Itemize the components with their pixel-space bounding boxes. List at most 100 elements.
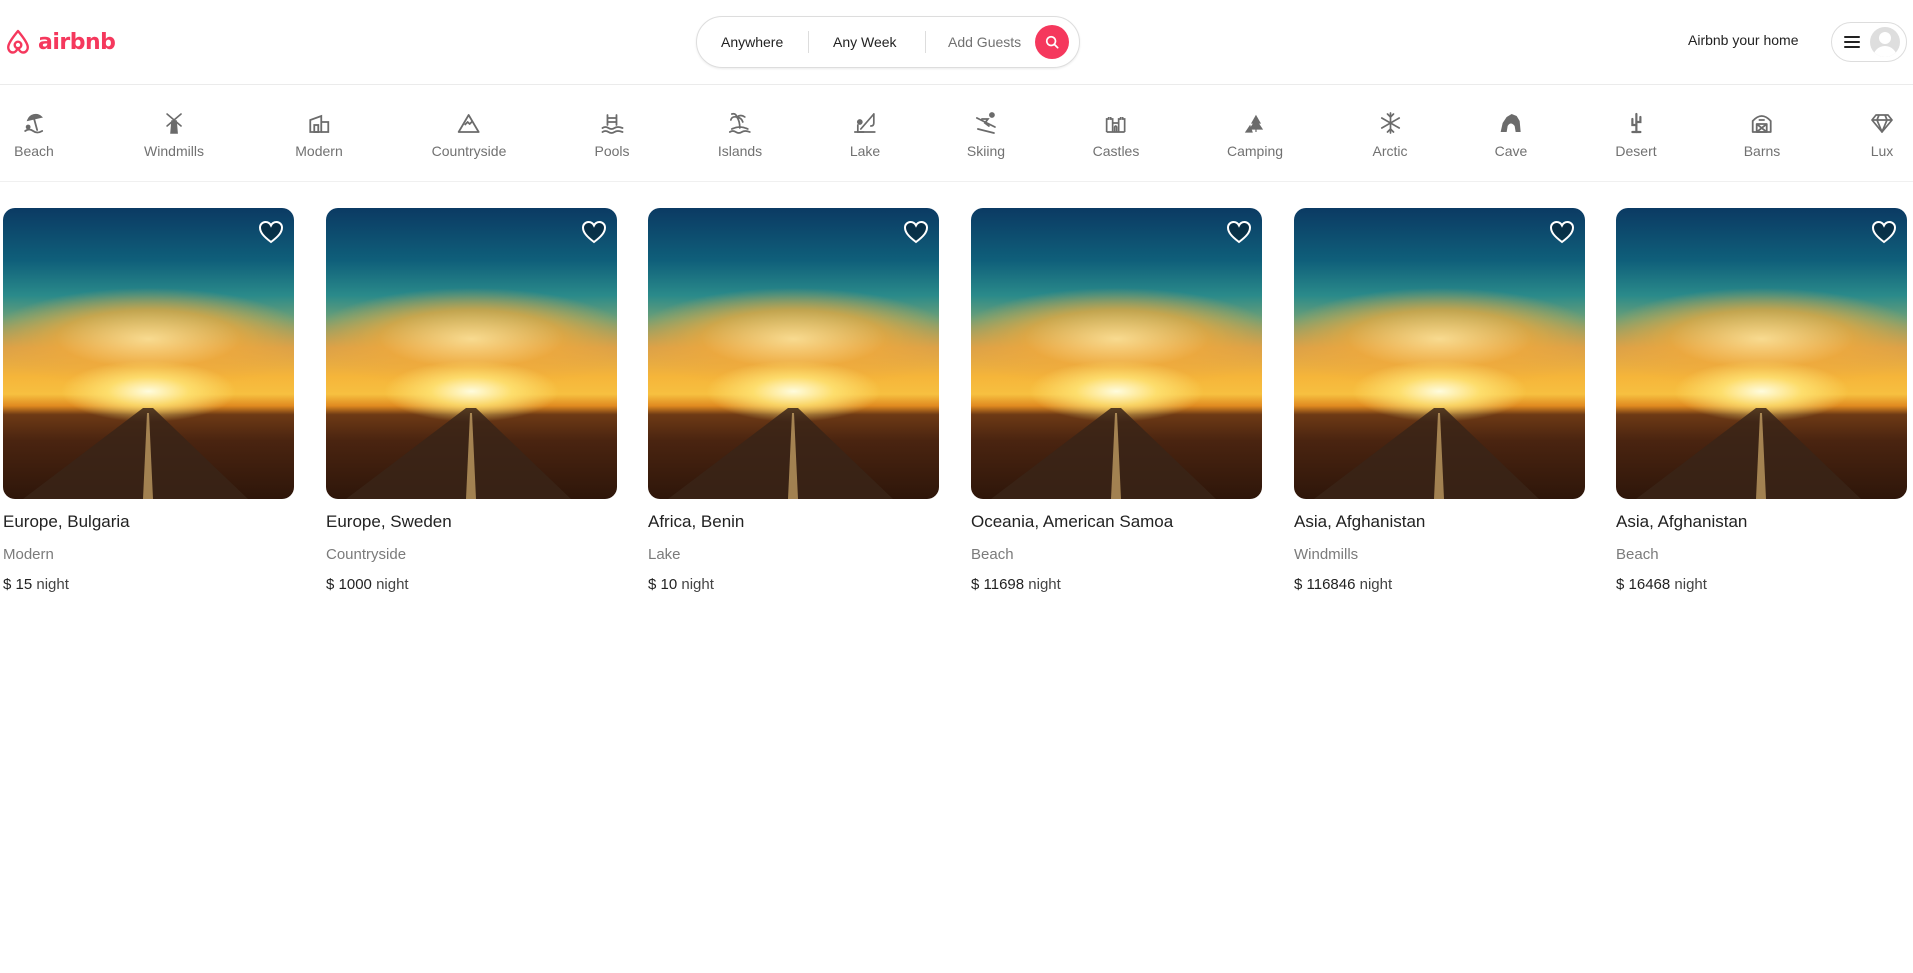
island-icon [727,110,753,136]
listing-card[interactable]: Europe, Sweden Countryside $ 1000 night [326,208,617,593]
navbar: airbnb Anywhere Any Week Add Guests Airb… [0,0,1913,85]
heart-icon[interactable] [1871,220,1897,244]
category-label: Camping [1226,143,1284,159]
search-icon [1045,35,1059,49]
listing-photo[interactable] [326,208,617,499]
heart-icon[interactable] [1226,220,1252,244]
category-label: Lux [1870,143,1894,159]
category-cave[interactable]: Cave [1494,110,1528,159]
listing-category: Modern [3,546,54,563]
listing-price-unit: night [681,576,714,593]
listing-photo[interactable] [1616,208,1907,499]
category-barns[interactable]: Barns [1743,110,1781,159]
listing-price-unit: night [376,576,409,593]
windmill-icon [161,110,187,136]
beach-icon [21,110,47,136]
category-lake[interactable]: Lake [850,110,880,159]
listing-photo[interactable] [648,208,939,499]
listing-location: Oceania, American Samoa [971,512,1174,531]
category-desert[interactable]: Desert [1615,110,1657,159]
listing-category: Beach [1616,546,1659,563]
brand-logo[interactable]: airbnb [2,26,116,58]
listing-photo[interactable] [971,208,1262,499]
listing-price-unit: night [1359,576,1393,593]
category-windmills[interactable]: Windmills [144,110,204,159]
host-link[interactable]: Airbnb your home [1688,32,1799,48]
category-label: Arctic [1372,143,1408,159]
search-week[interactable]: Any Week [833,34,925,50]
listing-card[interactable]: Africa, Benin Lake $ 10 night [648,208,939,593]
listing-card[interactable]: Asia, Afghanistan Beach $ 16468 night [1616,208,1907,593]
tent-icon [1242,110,1268,136]
diamond-icon [1869,110,1895,136]
listing-price: $ 15 [3,576,33,593]
heart-icon[interactable] [1549,220,1575,244]
listing-location: Europe, Bulgaria [3,512,130,531]
brand-name: airbnb [38,29,116,55]
category-pools[interactable]: Pools [594,110,630,159]
category-label: Skiing [966,143,1006,159]
listing-category: Windmills [1294,546,1359,563]
category-camping[interactable]: Camping [1227,110,1283,159]
listing-price-row: $ 11698 night [971,576,1262,593]
category-beach[interactable]: Beach [14,110,54,159]
listing-photo[interactable] [1294,208,1585,499]
search-guests[interactable]: Add Guests [948,34,1035,50]
pool-icon [599,110,625,136]
listing-photo[interactable] [3,208,294,499]
category-label: Lake [849,143,881,159]
search-divider [808,31,809,53]
category-skiing[interactable]: Skiing [967,110,1005,159]
listing-price-unit: night [36,576,69,593]
cactus-icon [1623,110,1649,136]
listing-price: $ 16468 [1616,576,1671,593]
modern-house-icon [306,110,332,136]
category-label: Castles [1092,143,1140,159]
heart-icon[interactable] [258,220,284,244]
listing-category: Countryside [326,546,407,563]
listing-price-row: $ 1000 night [326,576,617,593]
listing-card[interactable]: Europe, Bulgaria Modern $ 15 night [3,208,294,593]
category-arctic[interactable]: Arctic [1373,110,1408,159]
airbnb-logo-icon [7,29,29,54]
heart-icon[interactable] [581,220,607,244]
listing-location: Asia, Afghanistan [1616,512,1748,531]
search-bar[interactable]: Anywhere Any Week Add Guests [696,16,1080,68]
user-menu-button[interactable] [1831,22,1907,62]
category-modern[interactable]: Modern [295,110,343,159]
listing-price-row: $ 15 night [3,576,294,593]
listing-price: $ 116846 [1294,576,1356,593]
category-label: Modern [295,143,343,159]
category-label: Barns [1743,143,1781,159]
listing-card[interactable]: Asia, Afghanistan Windmills $ 116846 nig… [1294,208,1585,593]
category-lux[interactable]: Lux [1869,110,1895,159]
listing-category: Lake [648,546,681,563]
listing-card[interactable]: Oceania, American Samoa Beach $ 11698 ni… [971,208,1262,593]
hamburger-icon [1844,36,1860,48]
search-location[interactable]: Anywhere [721,34,808,50]
listing-location: Europe, Sweden [326,512,452,531]
listing-price-unit: night [1674,576,1707,593]
category-label: Desert [1615,143,1657,159]
snowflake-icon [1377,110,1403,136]
heart-icon[interactable] [903,220,929,244]
listing-price-unit: night [1028,576,1061,593]
category-label: Beach [14,143,54,159]
category-islands[interactable]: Islands [718,110,762,159]
listing-price: $ 10 [648,576,678,593]
category-label: Pools [594,143,630,159]
listing-location: Africa, Benin [648,512,745,531]
listing-price: $ 1000 [326,576,372,593]
category-label: Islands [717,143,763,159]
mountain-icon [456,110,482,136]
category-castles[interactable]: Castles [1092,110,1140,159]
category-label: Countryside [431,143,507,159]
search-divider [925,31,926,53]
category-bar: Beach Windmills Modern Countryside Pools… [0,85,1913,182]
category-label: Cave [1494,143,1528,159]
search-button[interactable] [1035,25,1069,59]
skiing-icon [973,110,999,136]
listing-location: Asia, Afghanistan [1294,512,1426,531]
listing-category: Beach [971,546,1014,563]
category-countryside[interactable]: Countryside [431,110,507,159]
